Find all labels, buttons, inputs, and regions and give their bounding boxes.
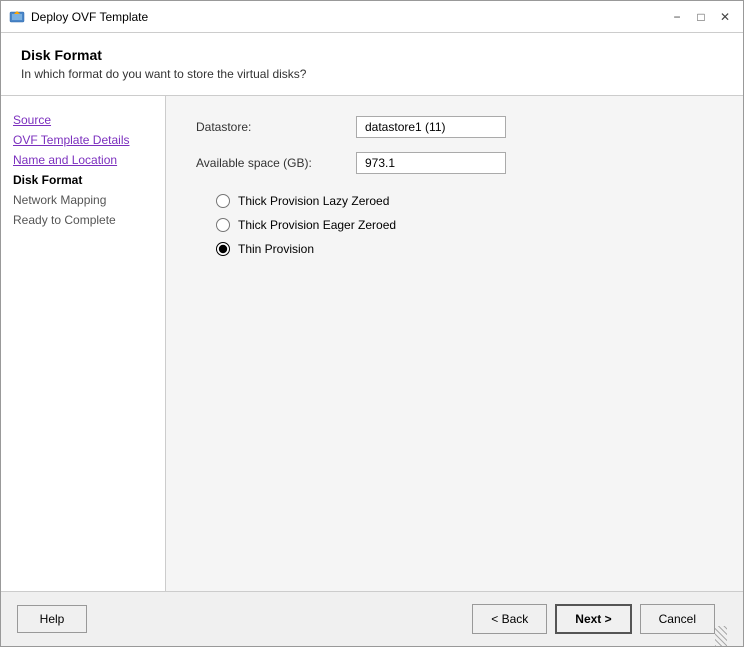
radio-thick-eager-label: Thick Provision Eager Zeroed bbox=[238, 218, 396, 232]
sidebar: Source OVF Template Details Name and Loc… bbox=[1, 96, 166, 591]
resize-grip bbox=[715, 626, 727, 646]
main-window: Deploy OVF Template − □ ✕ Disk Format In… bbox=[0, 0, 744, 647]
radio-thin-label: Thin Provision bbox=[238, 242, 314, 256]
sidebar-item-ovf-template-details[interactable]: OVF Template Details bbox=[13, 130, 153, 150]
radio-thick-eager-input[interactable] bbox=[216, 218, 230, 232]
page-title: Disk Format bbox=[21, 47, 723, 63]
datastore-label: Datastore: bbox=[196, 120, 356, 134]
back-button[interactable]: < Back bbox=[472, 604, 547, 634]
available-space-label: Available space (GB): bbox=[196, 156, 356, 170]
available-space-row: Available space (GB): 973.1 bbox=[196, 152, 713, 174]
footer: Help < Back Next > Cancel bbox=[1, 591, 743, 646]
restore-button[interactable]: □ bbox=[691, 7, 711, 27]
available-space-value: 973.1 bbox=[356, 152, 506, 174]
close-button[interactable]: ✕ bbox=[715, 7, 735, 27]
sidebar-item-ready-to-complete: Ready to Complete bbox=[13, 210, 153, 230]
sidebar-item-name-and-location[interactable]: Name and Location bbox=[13, 150, 153, 170]
sidebar-item-source[interactable]: Source bbox=[13, 110, 153, 130]
next-button[interactable]: Next > bbox=[555, 604, 631, 634]
window-icon bbox=[9, 9, 25, 25]
content-area: Source OVF Template Details Name and Loc… bbox=[1, 96, 743, 591]
title-bar: Deploy OVF Template − □ ✕ bbox=[1, 1, 743, 33]
main-panel: Datastore: datastore1 (11) Available spa… bbox=[166, 96, 743, 591]
cancel-button[interactable]: Cancel bbox=[640, 604, 715, 634]
sidebar-item-network-mapping: Network Mapping bbox=[13, 190, 153, 210]
radio-thick-eager[interactable]: Thick Provision Eager Zeroed bbox=[216, 218, 713, 232]
radio-thin[interactable]: Thin Provision bbox=[216, 242, 713, 256]
radio-thin-input[interactable] bbox=[216, 242, 230, 256]
page-subtitle: In which format do you want to store the… bbox=[21, 67, 723, 81]
sidebar-item-disk-format: Disk Format bbox=[13, 170, 153, 190]
radio-thick-lazy-label: Thick Provision Lazy Zeroed bbox=[238, 194, 389, 208]
header-section: Disk Format In which format do you want … bbox=[1, 33, 743, 96]
disk-format-radio-group: Thick Provision Lazy Zeroed Thick Provis… bbox=[196, 194, 713, 256]
radio-thick-lazy[interactable]: Thick Provision Lazy Zeroed bbox=[216, 194, 713, 208]
window-controls: − □ ✕ bbox=[667, 7, 735, 27]
minimize-button[interactable]: − bbox=[667, 7, 687, 27]
footer-left: Help bbox=[17, 605, 472, 633]
datastore-value: datastore1 (11) bbox=[356, 116, 506, 138]
window-title: Deploy OVF Template bbox=[31, 10, 667, 24]
radio-thick-lazy-input[interactable] bbox=[216, 194, 230, 208]
datastore-row: Datastore: datastore1 (11) bbox=[196, 116, 713, 138]
help-button[interactable]: Help bbox=[17, 605, 87, 633]
footer-right: < Back Next > Cancel bbox=[472, 604, 715, 634]
